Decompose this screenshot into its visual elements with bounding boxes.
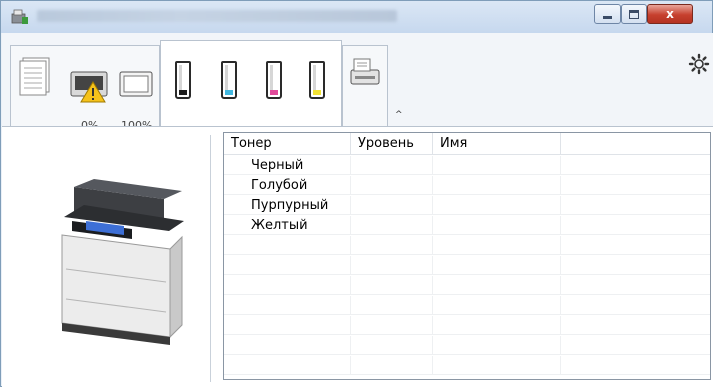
cell-name — [433, 176, 561, 195]
cell-empty — [561, 236, 710, 255]
cell-empty — [561, 276, 710, 295]
toner-table: Тонер Уровень Имя Черный Голубой Пурпурн… — [223, 132, 711, 380]
toner-yellow-icon[interactable] — [309, 61, 325, 99]
cell-toner — [224, 336, 351, 355]
cell-empty — [561, 316, 710, 335]
cell-level — [351, 256, 433, 275]
cell-name — [433, 156, 561, 175]
cell-level — [351, 236, 433, 255]
cell-toner — [224, 236, 351, 255]
toner-cyan-icon[interactable] — [221, 61, 237, 99]
cell-toner — [224, 356, 351, 375]
cell-level — [351, 156, 433, 175]
toner-yellow-band — [313, 90, 321, 95]
table-row — [224, 316, 710, 335]
cell-empty — [561, 336, 710, 355]
maximize-icon — [629, 9, 639, 19]
table-row — [224, 236, 710, 255]
content-panel: Тонер Уровень Имя Черный Голубой Пурпурн… — [2, 126, 713, 387]
cell-empty — [561, 196, 710, 215]
table-row[interactable]: Пурпурный — [224, 196, 710, 215]
table-row — [224, 296, 710, 315]
close-icon: x — [666, 7, 674, 21]
minimize-button[interactable] — [594, 4, 621, 24]
tab-paper-waste[interactable]: 0% 100% — [10, 45, 160, 132]
cell-name — [433, 296, 561, 315]
cell-toner: Голубой — [224, 176, 351, 195]
cell-name — [433, 256, 561, 275]
table-row[interactable]: Голубой — [224, 176, 710, 195]
waste-toner-warning-icon[interactable] — [69, 64, 111, 106]
cell-level — [351, 216, 433, 235]
cell-empty — [561, 156, 710, 175]
tab-device[interactable] — [342, 45, 388, 127]
table-row[interactable]: Черный — [224, 156, 710, 175]
table-row — [224, 336, 710, 355]
column-header-empty[interactable] — [561, 133, 710, 155]
cell-toner — [224, 256, 351, 275]
waste-toner-icon[interactable] — [119, 64, 155, 106]
printer-image — [61, 179, 184, 345]
printer-app-icon — [11, 9, 28, 24]
toner-black-icon[interactable] — [175, 61, 191, 99]
window-title — [37, 10, 397, 22]
cell-empty — [561, 256, 710, 275]
cell-level — [351, 196, 433, 215]
cell-toner — [224, 316, 351, 335]
column-header-level[interactable]: Уровень — [351, 133, 433, 155]
maximize-button[interactable] — [621, 4, 647, 24]
cell-toner: Пурпурный — [224, 196, 351, 215]
cell-name — [433, 336, 561, 355]
close-button[interactable]: x — [647, 4, 693, 24]
cell-toner — [224, 276, 351, 295]
cell-level — [351, 176, 433, 195]
panel-divider — [210, 135, 211, 382]
collapse-icon[interactable]: ^ — [395, 110, 403, 120]
table-row — [224, 276, 710, 295]
cell-name — [433, 316, 561, 335]
cell-empty — [561, 216, 710, 235]
settings-gear-icon[interactable] — [688, 53, 710, 75]
toolbar: 0% 100% ^ — [2, 33, 713, 132]
cell-toner — [224, 296, 351, 315]
cell-name — [433, 196, 561, 215]
cell-name — [433, 356, 561, 375]
toner-magenta-icon[interactable] — [266, 61, 282, 99]
cell-empty — [561, 296, 710, 315]
cell-toner: Черный — [224, 156, 351, 175]
table-row — [224, 356, 710, 375]
column-header-name[interactable]: Имя — [433, 133, 561, 155]
cell-level — [351, 276, 433, 295]
cell-level — [351, 316, 433, 335]
toner-magenta-band — [270, 90, 278, 95]
cell-name — [433, 236, 561, 255]
minimize-icon — [603, 15, 612, 19]
cell-empty — [561, 176, 710, 195]
toner-cyan-band — [225, 90, 233, 95]
cell-level — [351, 296, 433, 315]
toner-black-band — [179, 90, 187, 95]
table-row[interactable]: Желтый — [224, 216, 710, 235]
cell-level — [351, 356, 433, 375]
scanner-icon[interactable] — [348, 56, 382, 90]
table-row — [224, 256, 710, 275]
cell-level — [351, 336, 433, 355]
cell-empty — [561, 356, 710, 375]
cell-name — [433, 276, 561, 295]
title-bar[interactable]: x — [1, 1, 712, 33]
paper-stack-icon[interactable] — [17, 56, 53, 98]
status-monitor-window: x 0% — [0, 0, 713, 387]
cell-toner: Желтый — [224, 216, 351, 235]
column-header-toner[interactable]: Тонер — [224, 133, 351, 155]
tab-toner[interactable] — [160, 40, 342, 127]
table-header: Тонер Уровень Имя — [224, 133, 710, 155]
cell-name — [433, 216, 561, 235]
